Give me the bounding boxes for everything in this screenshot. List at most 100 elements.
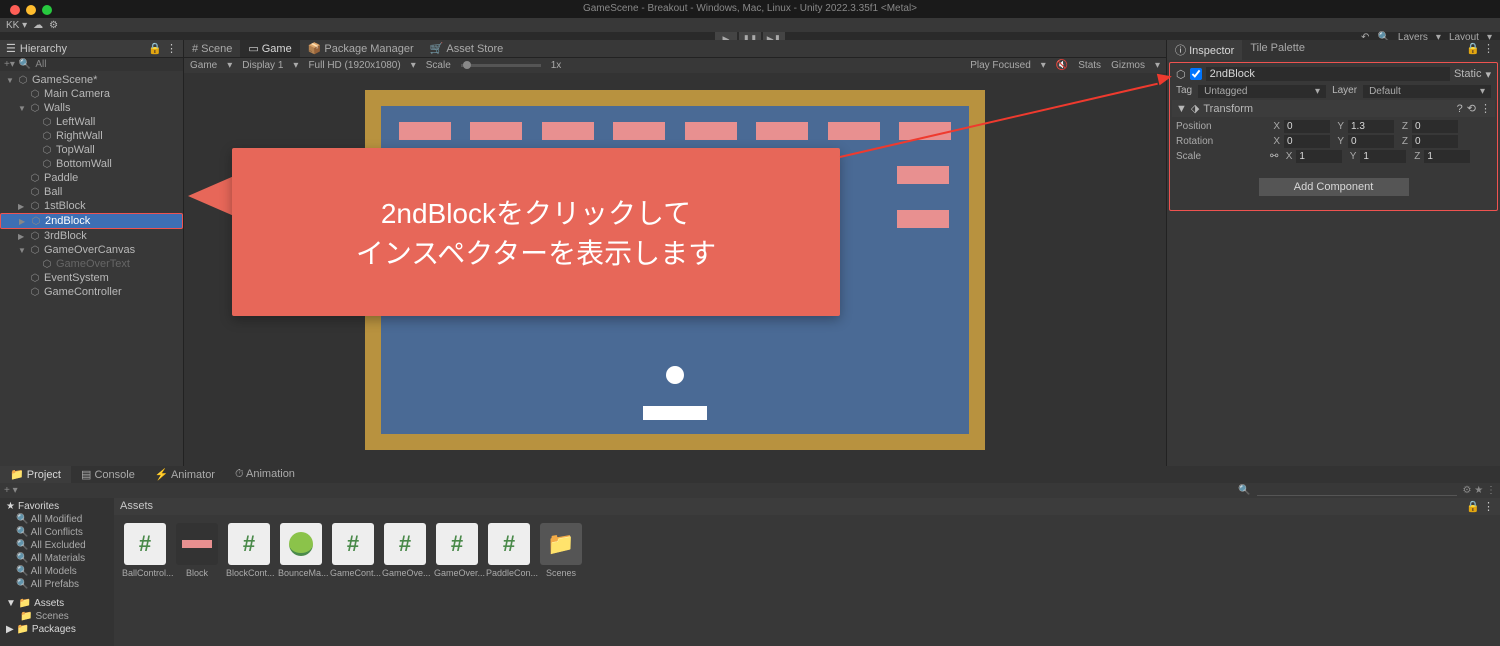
display-dropdown[interactable]: Display 1 — [242, 60, 283, 71]
favorite-all-prefabs[interactable]: 🔍 All Prefabs — [2, 578, 112, 591]
resolution-dropdown[interactable]: Full HD (1920x1080) — [308, 60, 400, 71]
favorite-all-materials[interactable]: 🔍 All Materials — [2, 552, 112, 565]
layer-dropdown[interactable]: Default▾ — [1363, 85, 1491, 98]
lock-icon[interactable]: 🔒 ⋮ — [1460, 40, 1500, 60]
asset-bouncema-[interactable]: BounceMa... — [278, 523, 324, 578]
game-block — [399, 122, 451, 140]
game-block — [756, 122, 808, 140]
cube-icon: ⬡ — [17, 74, 29, 86]
cube-icon: ⬡ — [41, 258, 53, 270]
hierarchy-search[interactable]: All — [35, 59, 46, 70]
scale-label: Scale — [426, 60, 451, 71]
hierarchy-header: ☰Hierarchy🔒⋮ — [0, 40, 183, 58]
hierarchy-item-gameovercanvas[interactable]: ▼⬡GameOverCanvas — [0, 243, 183, 257]
game-block — [613, 122, 665, 140]
cube-icon: ⬡ — [41, 116, 53, 128]
cloud-icon[interactable]: ☁ — [33, 20, 43, 31]
link-icon[interactable]: ⚯ — [1270, 151, 1278, 162]
minimize-icon[interactable] — [26, 5, 36, 15]
lock-icon[interactable]: 🔒 — [148, 42, 162, 55]
hierarchy-item-main-camera[interactable]: ⬡Main Camera — [0, 87, 183, 101]
asset-gameover-[interactable]: #GameOver... — [434, 523, 480, 578]
tab-inspector[interactable]: ⓘ Inspector — [1167, 40, 1242, 60]
tab-console[interactable]: ▤ Console — [71, 466, 145, 483]
asset-blockcont-[interactable]: #BlockCont... — [226, 523, 272, 578]
gizmos-toggle[interactable]: Gizmos — [1111, 60, 1145, 71]
hierarchy-item-gamecontroller[interactable]: ⬡GameController — [0, 285, 183, 299]
asset-gameove-[interactable]: #GameOve... — [382, 523, 428, 578]
hierarchy-item-paddle[interactable]: ⬡Paddle — [0, 171, 183, 185]
cube-icon: ⬡ — [29, 102, 41, 114]
cube-icon: ⬡ — [29, 286, 41, 298]
tab-game[interactable]: ▭ Game — [240, 40, 299, 57]
cube-icon: ⬡ — [29, 172, 41, 184]
mute-icon[interactable]: 🔇 — [1056, 60, 1068, 71]
position-z[interactable] — [1412, 120, 1458, 133]
object-active-checkbox[interactable] — [1190, 68, 1202, 80]
folder-scenes[interactable]: Scenes — [35, 611, 68, 622]
tab-animation[interactable]: ⏱ Animation — [225, 466, 305, 483]
search-icon[interactable]: 🔍 — [1238, 485, 1250, 496]
reset-icon[interactable]: ⟲ — [1467, 102, 1476, 115]
favorite-all-models[interactable]: 🔍 All Models — [2, 565, 112, 578]
tab-scene[interactable]: # Scene — [184, 40, 240, 57]
static-checkbox[interactable]: Static — [1454, 68, 1482, 80]
tag-dropdown[interactable]: Untagged▾ — [1198, 85, 1326, 98]
favorite-all-modified[interactable]: 🔍 All Modified — [2, 513, 112, 526]
asset-gamecont-[interactable]: #GameCont... — [330, 523, 376, 578]
add-component-button[interactable]: Add Component — [1259, 178, 1409, 196]
object-name-field[interactable] — [1206, 67, 1450, 81]
hierarchy-item-ball[interactable]: ⬡Ball — [0, 185, 183, 199]
tab-project[interactable]: 📁 Project — [0, 466, 71, 483]
help-icon[interactable]: ? — [1457, 103, 1463, 115]
hierarchy-item-3rdblock[interactable]: ▶⬡3rdBlock — [0, 229, 183, 243]
game-block — [897, 166, 949, 184]
hierarchy-item-walls[interactable]: ▼⬡Walls — [0, 101, 183, 115]
add-button[interactable]: + ▾ — [4, 485, 18, 496]
favorite-all-conflicts[interactable]: 🔍 All Conflicts — [2, 526, 112, 539]
assets-breadcrumb[interactable]: Assets — [120, 500, 153, 513]
scale-slider[interactable] — [461, 64, 541, 67]
scale-x[interactable] — [1296, 150, 1342, 163]
asset-scenes[interactable]: 📁Scenes — [538, 523, 584, 578]
hierarchy-item-gamescene-[interactable]: ▼⬡GameScene* — [0, 73, 183, 87]
tab-package-manager[interactable]: 📦 Package Manager — [300, 40, 422, 57]
hierarchy-item-eventsystem[interactable]: ⬡EventSystem — [0, 271, 183, 285]
maximize-icon[interactable] — [42, 5, 52, 15]
rotation-y[interactable] — [1348, 135, 1394, 148]
hierarchy-item-leftwall[interactable]: ⬡LeftWall — [0, 115, 183, 129]
cube-icon: ⬡ — [41, 158, 53, 170]
globe-icon[interactable]: ⚙ — [49, 20, 58, 31]
hierarchy-item-bottomwall[interactable]: ⬡BottomWall — [0, 157, 183, 171]
close-icon[interactable] — [10, 5, 20, 15]
folder-packages[interactable]: Packages — [32, 624, 76, 635]
cube-icon: ⬡ — [29, 244, 41, 256]
hierarchy-item-rightwall[interactable]: ⬡RightWall — [0, 129, 183, 143]
scale-z[interactable] — [1424, 150, 1470, 163]
position-y[interactable] — [1348, 120, 1394, 133]
hierarchy-item-1stblock[interactable]: ▶⬡1stBlock — [0, 199, 183, 213]
hierarchy-item-gameovertext[interactable]: ⬡GameOverText — [0, 257, 183, 271]
tab-animator[interactable]: ⚡ Animator — [145, 466, 225, 483]
play-focused-dropdown[interactable]: Play Focused — [970, 60, 1031, 71]
cube-icon: ⬡ — [41, 144, 53, 156]
favorites-header: Favorites — [18, 501, 59, 512]
tab-tile-palette[interactable]: Tile Palette — [1242, 40, 1313, 60]
asset-ballcontrol-[interactable]: #BallControl... — [122, 523, 168, 578]
game-dropdown[interactable]: Game — [190, 60, 217, 71]
tab-asset-store[interactable]: 🛒 Asset Store — [422, 40, 512, 57]
scale-y[interactable] — [1360, 150, 1406, 163]
position-x[interactable] — [1284, 120, 1330, 133]
hierarchy-item-2ndblock[interactable]: ▶⬡2ndBlock — [0, 213, 183, 229]
cube-icon: ⬡ — [30, 215, 42, 227]
hierarchy-item-topwall[interactable]: ⬡TopWall — [0, 143, 183, 157]
rotation-z[interactable] — [1412, 135, 1458, 148]
folder-assets[interactable]: Assets — [34, 598, 64, 609]
favorite-all-excluded[interactable]: 🔍 All Excluded — [2, 539, 112, 552]
asset-paddlecon-[interactable]: #PaddleCon... — [486, 523, 532, 578]
asset-block[interactable]: Block — [174, 523, 220, 578]
account-dropdown[interactable]: KK ▾ — [6, 20, 27, 31]
stats-toggle[interactable]: Stats — [1078, 60, 1101, 71]
rotation-x[interactable] — [1284, 135, 1330, 148]
add-button[interactable]: +▾ — [4, 59, 15, 70]
